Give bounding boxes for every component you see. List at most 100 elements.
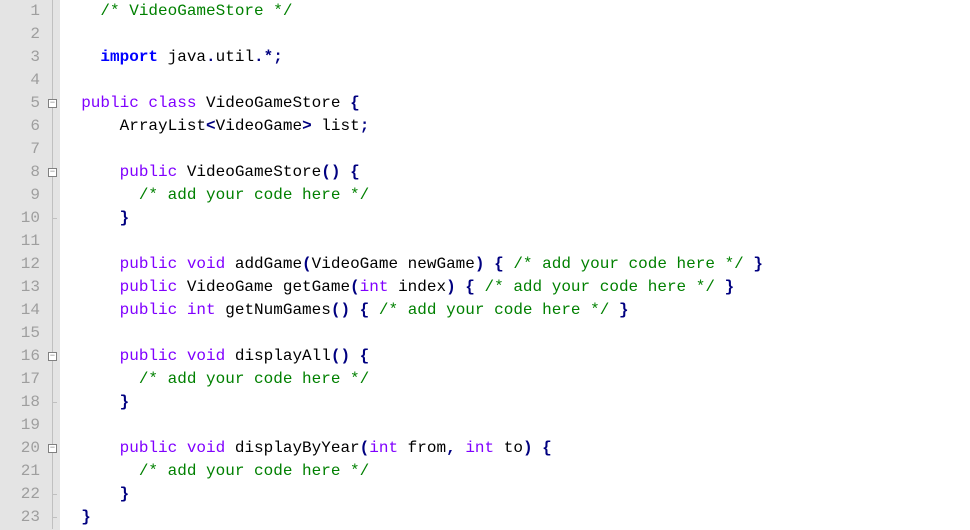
line-number: 7: [0, 138, 40, 161]
fold-cell[interactable]: −: [46, 92, 60, 115]
fold-cell[interactable]: −: [46, 345, 60, 368]
code-line[interactable]: }: [62, 506, 970, 529]
token: [62, 209, 120, 227]
token: list: [312, 117, 360, 135]
line-number: 2: [0, 23, 40, 46]
token: /* add your code here */: [139, 186, 369, 204]
token: util: [216, 48, 254, 66]
token: public: [120, 347, 178, 365]
fold-cell[interactable]: −: [46, 161, 60, 184]
token: VideoGameStore: [177, 163, 321, 181]
code-line[interactable]: [62, 138, 970, 161]
token: {: [465, 278, 475, 296]
line-number: 6: [0, 115, 40, 138]
fold-cell: [46, 414, 60, 437]
token: [62, 393, 120, 411]
token: }: [81, 508, 91, 526]
token: {: [542, 439, 552, 457]
code-line[interactable]: public int getNumGames() { /* add your c…: [62, 299, 970, 322]
fold-cell: [46, 46, 60, 69]
line-number: 14: [0, 299, 40, 322]
token: }: [619, 301, 629, 319]
token: ): [475, 255, 485, 273]
fold-cell: [46, 391, 60, 414]
line-number: 23: [0, 506, 40, 529]
line-number: 12: [0, 253, 40, 276]
token: public: [120, 301, 178, 319]
code-line[interactable]: /* add your code here */: [62, 184, 970, 207]
token: [177, 301, 187, 319]
token: VideoGame newGame: [312, 255, 475, 273]
token: java: [158, 48, 206, 66]
fold-cell: [46, 0, 60, 23]
code-line[interactable]: public void displayByYear(int from, int …: [62, 437, 970, 460]
token: displayAll: [225, 347, 331, 365]
code-line[interactable]: [62, 69, 970, 92]
token: int: [369, 439, 398, 457]
token: [350, 301, 360, 319]
token: VideoGameStore: [196, 94, 350, 112]
token: (: [360, 439, 370, 457]
code-line[interactable]: [62, 23, 970, 46]
token: void: [187, 439, 225, 457]
code-line[interactable]: /* add your code here */: [62, 368, 970, 391]
code-line[interactable]: import java.util.*;: [62, 46, 970, 69]
token: [139, 94, 149, 112]
fold-toggle-icon[interactable]: −: [48, 352, 57, 361]
token: int: [187, 301, 216, 319]
code-line[interactable]: public class VideoGameStore {: [62, 92, 970, 115]
line-number: 17: [0, 368, 40, 391]
token: VideoGame getGame: [177, 278, 350, 296]
fold-cell: [46, 506, 60, 529]
token: class: [148, 94, 196, 112]
token: }: [120, 485, 130, 503]
token: displayByYear: [225, 439, 359, 457]
token: <: [206, 117, 216, 135]
token: [62, 163, 120, 181]
token: [177, 439, 187, 457]
fold-toggle-icon[interactable]: −: [48, 99, 57, 108]
token: /* VideoGameStore */: [100, 2, 292, 20]
code-area[interactable]: /* VideoGameStore */ import java.util.*;…: [60, 0, 970, 530]
token: (): [331, 301, 350, 319]
token: /* add your code here */: [139, 370, 369, 388]
code-line[interactable]: public VideoGame getGame(int index) { /*…: [62, 276, 970, 299]
code-line[interactable]: }: [62, 483, 970, 506]
code-line[interactable]: public void addGame(VideoGame newGame) {…: [62, 253, 970, 276]
code-line[interactable]: /* add your code here */: [62, 460, 970, 483]
token: [369, 301, 379, 319]
code-line[interactable]: /* VideoGameStore */: [62, 0, 970, 23]
token: {: [350, 94, 360, 112]
token: [62, 439, 120, 457]
fold-toggle-icon[interactable]: −: [48, 168, 57, 177]
token: ): [446, 278, 456, 296]
code-line[interactable]: }: [62, 207, 970, 230]
fold-cell: [46, 483, 60, 506]
token: (: [302, 255, 312, 273]
code-line[interactable]: [62, 322, 970, 345]
token: [485, 255, 495, 273]
code-line[interactable]: }: [62, 391, 970, 414]
code-line[interactable]: [62, 230, 970, 253]
token: void: [187, 255, 225, 273]
fold-cell[interactable]: −: [46, 437, 60, 460]
line-number: 11: [0, 230, 40, 253]
token: [504, 255, 514, 273]
fold-toggle-icon[interactable]: −: [48, 444, 57, 453]
token: void: [187, 347, 225, 365]
code-editor[interactable]: 1234567891011121314151617181920212223 −−…: [0, 0, 970, 530]
token: /* add your code here */: [379, 301, 609, 319]
token: [744, 255, 754, 273]
code-line[interactable]: [62, 414, 970, 437]
token: [62, 48, 100, 66]
token: ): [523, 439, 533, 457]
token: [350, 347, 360, 365]
token: public: [120, 278, 178, 296]
code-line[interactable]: public VideoGameStore() {: [62, 161, 970, 184]
token: [62, 94, 81, 112]
token: public: [120, 163, 178, 181]
code-line[interactable]: public void displayAll() {: [62, 345, 970, 368]
fold-column[interactable]: − − − −: [46, 0, 60, 530]
code-line[interactable]: ArrayList<VideoGame> list;: [62, 115, 970, 138]
line-number: 5: [0, 92, 40, 115]
